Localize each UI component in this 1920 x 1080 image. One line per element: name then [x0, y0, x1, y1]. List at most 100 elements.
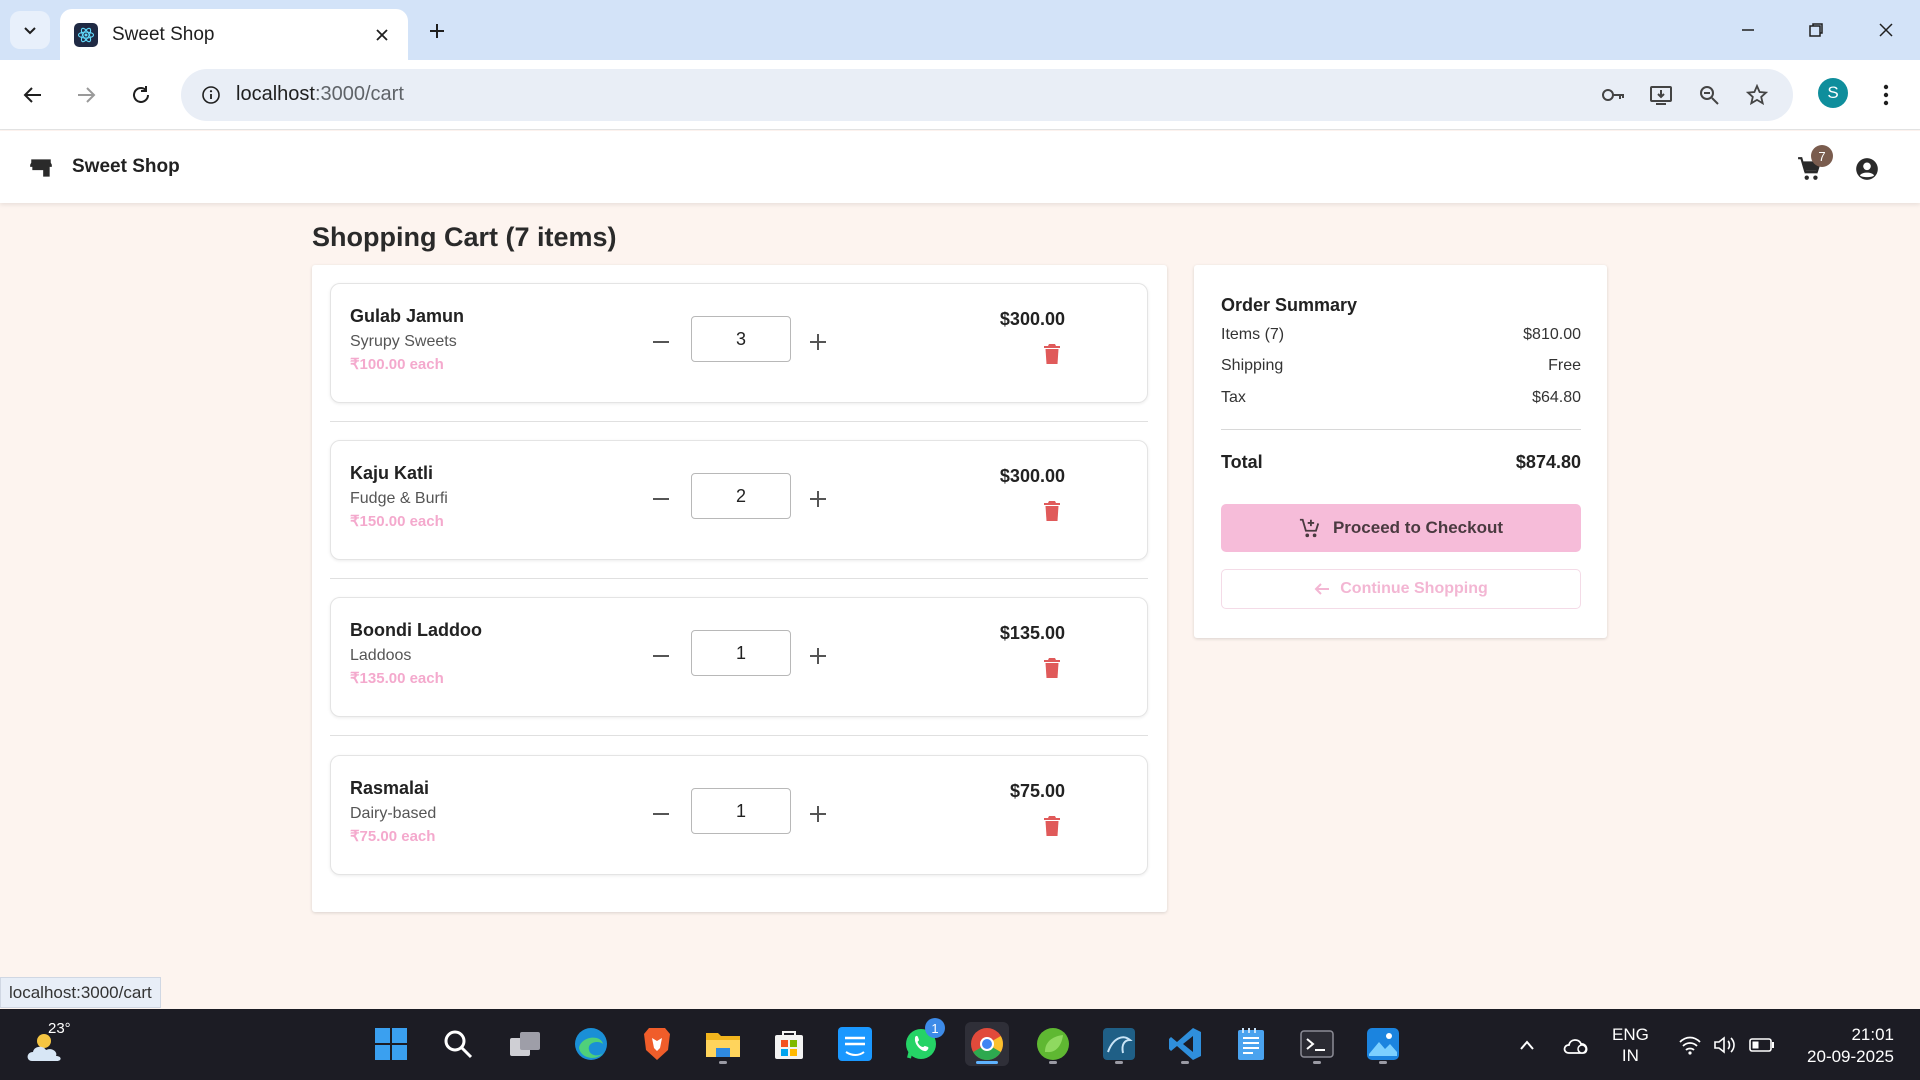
- search-button[interactable]: [436, 1022, 480, 1066]
- brave-app[interactable]: [635, 1022, 679, 1066]
- plus-icon: [810, 806, 826, 822]
- active-indicator: [976, 1061, 998, 1064]
- task-view-icon: [510, 1032, 540, 1056]
- address-bar[interactable]: localhost:3000/cart: [181, 69, 1793, 121]
- url-text[interactable]: localhost:3000/cart: [236, 83, 404, 106]
- edge-icon: [575, 1028, 607, 1060]
- browser-tab[interactable]: Sweet Shop: [60, 9, 408, 60]
- terminal-app[interactable]: [1295, 1022, 1339, 1066]
- item-divider: [330, 578, 1148, 579]
- running-indicator: [1115, 1061, 1123, 1064]
- battery-button[interactable]: [1744, 1009, 1780, 1080]
- zoom-button[interactable]: [1691, 77, 1727, 113]
- browser-toolbar: localhost:3000/cart S: [0, 60, 1920, 130]
- trash-icon: [1044, 344, 1060, 364]
- wifi-icon: [1679, 1036, 1701, 1055]
- quantity-input[interactable]: [691, 630, 791, 676]
- profile-avatar[interactable]: S: [1818, 78, 1848, 108]
- chrome-app[interactable]: [965, 1022, 1009, 1066]
- task-view-button[interactable]: [503, 1022, 547, 1066]
- prime-video-app[interactable]: [833, 1022, 877, 1066]
- cart-item: Boondi Laddoo Laddoos ₹135.00 each $135.…: [330, 597, 1148, 717]
- trash-icon: [1044, 501, 1060, 521]
- arrow-left-icon: [1314, 583, 1330, 595]
- item-divider: [330, 421, 1148, 422]
- volume-button[interactable]: [1708, 1009, 1744, 1080]
- microsoft-store-app[interactable]: [767, 1022, 811, 1066]
- remove-item-button[interactable]: [1037, 496, 1067, 526]
- onedrive-button[interactable]: [1558, 1009, 1594, 1080]
- edge-app[interactable]: [569, 1022, 613, 1066]
- show-hidden-icons-button[interactable]: [1512, 1009, 1542, 1080]
- wifi-button[interactable]: [1672, 1009, 1708, 1080]
- tab-title: Sweet Shop: [112, 23, 215, 45]
- new-tab-button[interactable]: [420, 14, 454, 48]
- remove-item-button[interactable]: [1037, 811, 1067, 841]
- site-info-button[interactable]: [193, 77, 229, 113]
- item-category: Syrupy Sweets: [350, 333, 457, 350]
- decrease-quantity-button[interactable]: [643, 796, 679, 832]
- react-icon: [74, 22, 98, 47]
- terminal-icon: [1300, 1030, 1334, 1058]
- remove-item-button[interactable]: [1037, 653, 1067, 683]
- decrease-quantity-button[interactable]: [643, 638, 679, 674]
- bookmark-button[interactable]: [1739, 77, 1775, 113]
- minimize-button[interactable]: [1720, 10, 1776, 50]
- whatsapp-app[interactable]: 1: [899, 1018, 945, 1066]
- photos-app[interactable]: [1361, 1022, 1405, 1066]
- windows-icon: [375, 1028, 407, 1060]
- summary-shipping-value: Free: [1548, 357, 1581, 374]
- item-name: Boondi Laddoo: [350, 620, 482, 640]
- star-icon: [1746, 84, 1768, 106]
- decrease-quantity-button[interactable]: [643, 481, 679, 517]
- zoom-out-icon: [1700, 86, 1719, 105]
- vscode-app[interactable]: [1163, 1022, 1207, 1066]
- plus-icon: [810, 491, 826, 507]
- increase-quantity-button[interactable]: [800, 324, 836, 360]
- brand-name[interactable]: Sweet Shop: [72, 156, 180, 178]
- url-host: localhost: [236, 83, 315, 105]
- link-status-bar: localhost:3000/cart: [0, 977, 161, 1008]
- system-clock[interactable]: 21:01 20-09-2025: [1807, 1024, 1894, 1068]
- password-key-button[interactable]: [1595, 77, 1631, 113]
- close-tab-button[interactable]: [370, 23, 394, 47]
- item-total-price: $300.00: [999, 466, 1065, 486]
- item-category: Dairy-based: [350, 805, 437, 822]
- proceed-to-checkout-button[interactable]: Proceed to Checkout: [1221, 504, 1581, 552]
- notepad-app[interactable]: [1229, 1022, 1273, 1066]
- spring-tool-app[interactable]: [1031, 1022, 1075, 1066]
- mysql-workbench-app[interactable]: [1097, 1022, 1141, 1066]
- reload-icon: [133, 86, 149, 103]
- quantity-input[interactable]: [691, 473, 791, 519]
- increase-quantity-button[interactable]: [800, 638, 836, 674]
- browser-menu-button[interactable]: [1866, 75, 1906, 115]
- file-explorer-app[interactable]: [701, 1022, 745, 1066]
- language-indicator[interactable]: ENG IN: [1612, 1024, 1649, 1066]
- quantity-input[interactable]: [691, 316, 791, 362]
- account-circle-icon: [1856, 158, 1878, 180]
- forward-button[interactable]: [66, 75, 106, 115]
- plus-icon: [810, 648, 826, 664]
- running-indicator: [1181, 1061, 1189, 1064]
- tab-search-button[interactable]: [10, 11, 50, 49]
- minus-icon: [653, 813, 669, 815]
- back-button[interactable]: [13, 75, 53, 115]
- decrease-quantity-button[interactable]: [643, 324, 679, 360]
- restore-icon: [1809, 23, 1823, 37]
- reload-button[interactable]: [121, 75, 161, 115]
- item-divider: [330, 735, 1148, 736]
- item-total-price: $300.00: [999, 309, 1065, 329]
- remove-item-button[interactable]: [1037, 339, 1067, 369]
- quantity-input[interactable]: [691, 788, 791, 834]
- close-window-button[interactable]: [1858, 10, 1914, 50]
- increase-quantity-button[interactable]: [800, 796, 836, 832]
- account-button[interactable]: [1847, 149, 1887, 189]
- install-app-button[interactable]: [1643, 77, 1679, 113]
- checkout-label: Proceed to Checkout: [1332, 518, 1504, 537]
- trash-icon: [1044, 816, 1060, 836]
- increase-quantity-button[interactable]: [800, 481, 836, 517]
- start-button[interactable]: [369, 1022, 413, 1066]
- language-region: IN: [1621, 1046, 1639, 1065]
- continue-shopping-button[interactable]: Continue Shopping: [1221, 569, 1581, 609]
- restore-button[interactable]: [1788, 10, 1844, 50]
